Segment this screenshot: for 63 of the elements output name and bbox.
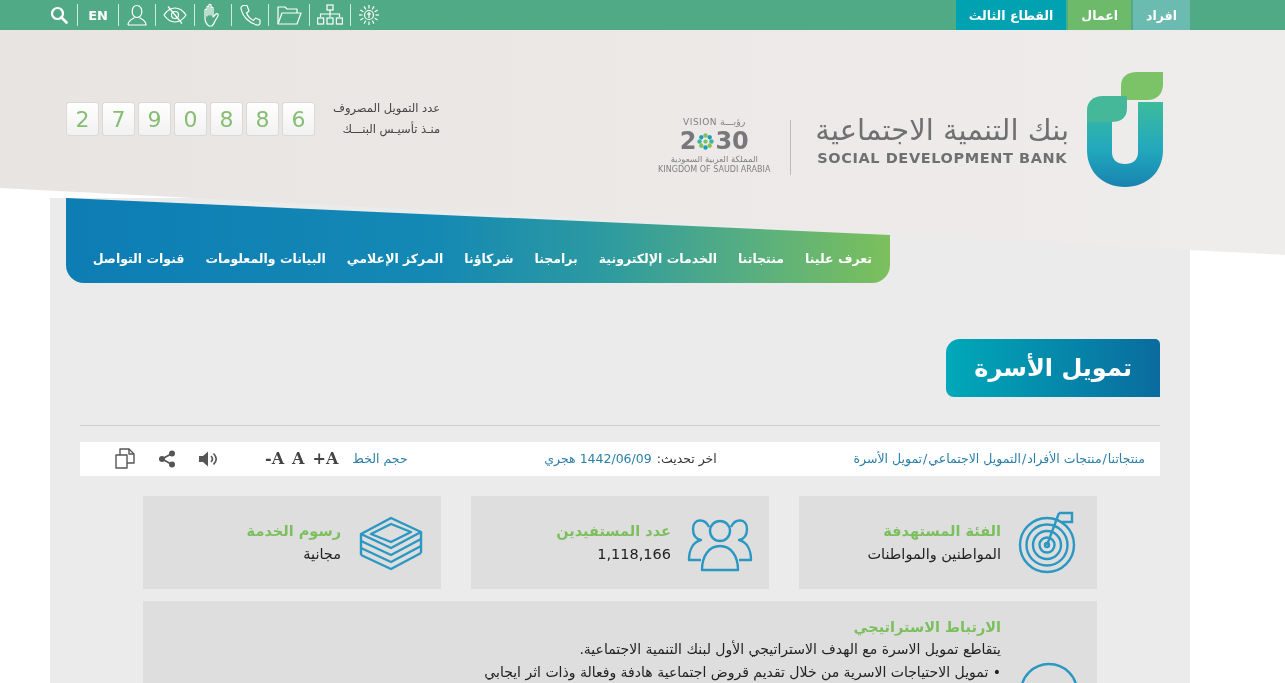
share-icon[interactable] <box>158 449 176 468</box>
kingdom-name-arabic: المملكة العربية السعودية <box>670 154 758 165</box>
card-value: مجانية <box>303 544 341 564</box>
nav-item[interactable]: قنوات التواصل <box>92 250 185 268</box>
breadcrumb-link[interactable]: منتجاتنا <box>1107 451 1145 467</box>
nav-item[interactable]: المركز الإعلامي <box>346 250 444 268</box>
card-paragraph: يتقاطع تمويل الاسرة مع الهدف الاستراتيجي الأول لبنك التنمية الاجتماعية. <box>579 639 1001 660</box>
nav-item[interactable]: برامجنا <box>534 250 578 268</box>
vision-label-arabic: رؤيـــة <box>720 116 746 128</box>
breadcrumb-separator: / <box>923 451 928 467</box>
vision-year-start: 2 <box>679 128 697 154</box>
breadcrumb-separator: / <box>1102 451 1107 467</box>
font-size-button[interactable]: A <box>292 449 305 469</box>
language-button[interactable]: EN <box>85 3 111 27</box>
flower-emblem-icon <box>697 132 715 150</box>
bullet-text: • تمويل الاحتياجات الاسرية من خلال تقديم قروض اجتماعية هادفة وفعالة وذات اثر ايجابي <box>484 662 1001 683</box>
card-title: رسوم الخدمة <box>246 521 341 541</box>
update-date: 1442/06/09 هجري <box>544 451 652 467</box>
card-value: المواطنين والمواطنات <box>867 544 1001 564</box>
phone-icon[interactable] <box>239 3 261 27</box>
sunburst-icon[interactable] <box>358 3 380 27</box>
kingdom-name-english: KINGDOM OF SAUDI ARABIA <box>658 165 771 175</box>
font-size-label: حجم الخط <box>352 451 408 467</box>
font-size-button[interactable]: A- <box>265 449 285 469</box>
nav-item[interactable]: البيانات والمعلومات <box>205 250 326 268</box>
user-icon[interactable] <box>126 3 148 27</box>
card-value: 1,118,166 <box>597 544 671 564</box>
vision-year-end: 30 <box>715 128 749 154</box>
counter-digit: 0 <box>174 102 207 136</box>
counter-digit: 2 <box>66 102 99 136</box>
logo-icon[interactable] <box>1087 72 1163 187</box>
audience-tab[interactable]: القطاع الثالث <box>955 0 1067 30</box>
counter-label: عدد التمويل المصروف <box>333 101 441 116</box>
nav-item[interactable]: شركاؤنا <box>464 250 514 268</box>
counter-label: منـذ تأسيـس البنـــك <box>342 122 441 137</box>
card-title: عدد المستفيدين <box>556 521 671 541</box>
nav-item[interactable]: الخدمات الإلكترونية <box>598 250 717 268</box>
counter-digit: 8 <box>210 102 243 136</box>
counter-digit: 6 <box>282 102 315 136</box>
card-title: الارتباط الاستراتيجي <box>853 617 1001 637</box>
page-title: تمويل الأسرة <box>946 339 1160 397</box>
nav-item[interactable]: تعرف علينا <box>805 250 872 268</box>
nav-item[interactable]: منتجاتنا <box>737 250 785 268</box>
counter-digit: 7 <box>102 102 135 136</box>
vision-label: VISION <box>683 116 718 128</box>
copy-icon[interactable] <box>115 448 136 470</box>
breadcrumb-link[interactable]: تمويل الأسرة <box>853 451 923 467</box>
breadcrumb-link[interactable]: منتجات الأفراد <box>1027 451 1102 467</box>
speaker-icon[interactable] <box>198 449 219 468</box>
update-label: اخر تحديث: <box>656 451 717 467</box>
bank-name-english: SOCIAL DEVELOPMENT BANK <box>817 149 1068 168</box>
breadcrumb-link[interactable]: التمويل الاجتماعي <box>928 451 1021 467</box>
folder-icon[interactable] <box>276 3 302 27</box>
card-title: الفئة المستهدفة <box>883 521 1001 541</box>
breadcrumb-separator: / <box>1022 451 1027 467</box>
sitemap-icon[interactable] <box>317 3 343 27</box>
bank-name-arabic: بنك التنمية الاجتماعية <box>815 112 1069 148</box>
eye-slash-icon[interactable] <box>163 3 187 27</box>
counter-digit: 9 <box>138 102 171 136</box>
font-size-button[interactable]: A+ <box>312 449 339 469</box>
counter-digit: 8 <box>246 102 279 136</box>
audience-tab[interactable]: اعمال <box>1068 0 1132 30</box>
audience-tab[interactable]: افراد <box>1133 0 1190 30</box>
